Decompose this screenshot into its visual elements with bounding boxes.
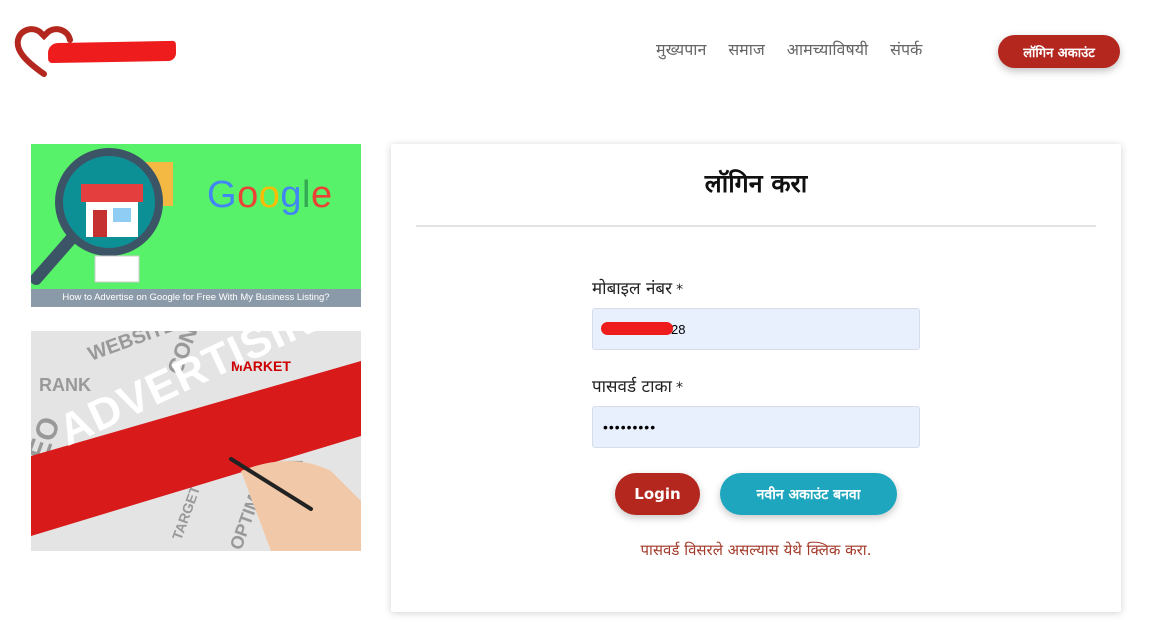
- nav-community[interactable]: समाज: [728, 38, 764, 62]
- password-input[interactable]: •••••••••: [592, 406, 920, 448]
- google-wordmark: Google: [207, 174, 333, 217]
- nav-contact[interactable]: संपर्क: [890, 38, 922, 62]
- main-nav: मुख्यपान समाज आमच्याविषयी संपर्क: [656, 38, 944, 62]
- login-button[interactable]: Login: [615, 473, 700, 515]
- password-label: पासवर्ड टाका *: [592, 374, 683, 397]
- create-account-button[interactable]: नवीन अकाउंट बनवा: [720, 473, 897, 515]
- mobile-label-text: मोबाइल नंबर: [592, 279, 673, 299]
- google-g2: g: [280, 174, 302, 216]
- forgot-password-link[interactable]: पासवर्ड विसरले असल्यास येथे क्लिक करा.: [391, 540, 1121, 560]
- mobile-label: मोबाइल नंबर *: [592, 276, 683, 299]
- google-banner-caption: How to Advertise on Google for Free With…: [31, 289, 361, 307]
- required-mark: *: [675, 380, 683, 396]
- mobile-value: 28: [671, 321, 686, 337]
- advertising-banner[interactable]: RANK WEBSITE CONTENT MARKET SEO MEDIA OP…: [31, 331, 361, 551]
- google-listing-banner[interactable]: Google How to Advertise on Google for Fr…: [31, 144, 361, 307]
- google-o2: o: [258, 174, 281, 216]
- nav-home[interactable]: मुख्यपान: [656, 38, 706, 62]
- login-card: लॉगिन करा मोबाइल नंबर * 28 पासवर्ड टाका * …: [391, 144, 1121, 612]
- password-value: •••••••••: [603, 419, 657, 435]
- redacted-mobile-number: [601, 322, 673, 335]
- nav-about[interactable]: आमच्याविषयी: [787, 38, 868, 62]
- magnifier-shop-icon: [31, 148, 173, 285]
- header-login-button[interactable]: लॉगिन अकाउंट: [998, 35, 1120, 68]
- google-g1: G: [207, 174, 238, 216]
- password-label-text: पासवर्ड टाका: [592, 377, 672, 397]
- page-title: लॉगिन करा: [704, 169, 808, 198]
- svg-text:RANK: RANK: [39, 375, 91, 395]
- google-e: e: [310, 174, 333, 216]
- redacted-site-name: [47, 40, 177, 64]
- required-mark: *: [676, 282, 684, 298]
- title-divider: [416, 225, 1096, 227]
- google-o1: o: [237, 174, 259, 216]
- google-l: l: [301, 174, 311, 216]
- mobile-input[interactable]: 28: [592, 308, 920, 350]
